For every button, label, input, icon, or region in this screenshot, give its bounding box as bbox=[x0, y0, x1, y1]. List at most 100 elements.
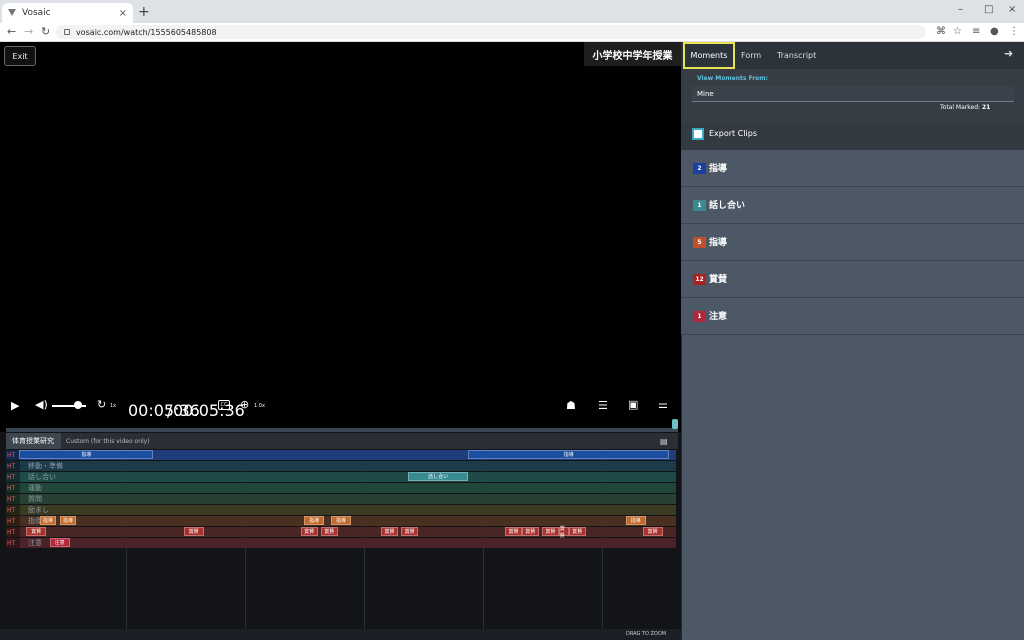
tab-custom[interactable]: Custom (for this video only) bbox=[66, 433, 150, 449]
moment-category[interactable]: 1 話し合い bbox=[681, 187, 1024, 224]
lock-icon bbox=[64, 29, 70, 35]
count-badge: 1 bbox=[693, 311, 706, 322]
tab-form[interactable]: Form bbox=[741, 42, 761, 69]
timeline-row[interactable]: HT 運動 bbox=[6, 483, 676, 493]
star-icon[interactable]: ☆ bbox=[953, 26, 962, 37]
category-label: 指導 bbox=[709, 164, 728, 174]
timeline-row[interactable]: HT 話し合い 話し合い bbox=[6, 472, 676, 482]
timeline-row[interactable]: HT 励まし bbox=[6, 505, 676, 515]
hotkey-badge: HT bbox=[6, 527, 20, 537]
url-text: vosaic.com/watch/1555605485808 bbox=[76, 27, 217, 37]
view-moments-select[interactable]: Mine bbox=[692, 86, 1014, 102]
person-list-icon[interactable]: ☗ bbox=[566, 399, 576, 412]
moment-marker[interactable]: 指導 bbox=[330, 516, 352, 525]
timeline-row[interactable]: HT 注意 注意 bbox=[6, 538, 676, 548]
tab-moments[interactable]: Moments bbox=[683, 42, 735, 69]
moment-marker[interactable]: 賞賛 bbox=[568, 527, 586, 536]
moment-marker[interactable]: 賞賛 bbox=[542, 527, 559, 536]
moment-marker[interactable]: 指導 bbox=[59, 516, 77, 525]
list-icon[interactable]: ☰ bbox=[598, 399, 608, 412]
row-label: 励まし bbox=[28, 506, 49, 514]
new-tab-button[interactable]: + bbox=[138, 4, 150, 20]
tab-transcript[interactable]: Transcript bbox=[777, 42, 816, 69]
moment-marker[interactable]: 指導 bbox=[468, 450, 670, 459]
moment-marker[interactable]: 指導 bbox=[304, 516, 325, 525]
play-icon[interactable]: ▶ bbox=[11, 399, 19, 412]
sliders-icon[interactable]: ⚌ bbox=[658, 398, 668, 411]
drag-to-zoom[interactable]: DRAG TO ZOOM bbox=[626, 631, 666, 637]
moment-marker[interactable]: 注意 bbox=[49, 538, 70, 547]
timeline-footer bbox=[0, 629, 681, 640]
more-icon[interactable]: ⋮ bbox=[1009, 26, 1019, 37]
moment-marker[interactable]: 指導 bbox=[39, 516, 57, 525]
row-label: 注意 bbox=[28, 539, 42, 547]
moment-category[interactable]: 2 指導 bbox=[681, 150, 1024, 187]
address-bar[interactable]: vosaic.com/watch/1555605485808 bbox=[56, 25, 926, 39]
tab-close-icon[interactable]: × bbox=[119, 8, 127, 19]
row-label: 運動 bbox=[28, 484, 42, 492]
moment-category[interactable]: 12 賞賛 bbox=[681, 261, 1024, 298]
window-minimize-button[interactable]: – bbox=[958, 4, 963, 15]
hotkey-badge: HT bbox=[6, 472, 20, 482]
profile-icon[interactable]: ● bbox=[990, 26, 999, 37]
browser-tab[interactable]: Vosaic × bbox=[2, 3, 133, 23]
moment-marker[interactable]: 賞賛 bbox=[183, 527, 204, 536]
row-label: 質問 bbox=[28, 495, 42, 503]
moment-marker[interactable]: 賞賛 bbox=[320, 527, 338, 536]
back-icon[interactable]: ← bbox=[7, 25, 16, 38]
exit-button[interactable]: Exit bbox=[4, 46, 36, 66]
tab-strip bbox=[0, 0, 1024, 23]
video-title: 小学校中学年授業 bbox=[584, 42, 681, 66]
moment-marker[interactable]: 賞賛 bbox=[642, 527, 663, 536]
moment-category[interactable]: 1 注意 bbox=[681, 298, 1024, 335]
timeline-row[interactable]: HT指導指導指導 bbox=[6, 450, 676, 460]
category-label: 指導 bbox=[709, 238, 728, 248]
moment-marker[interactable]: 指導 bbox=[625, 516, 646, 525]
moment-marker[interactable]: 指導 bbox=[19, 450, 154, 459]
moment-marker[interactable]: 賞賛 bbox=[401, 527, 419, 536]
moment-marker[interactable]: 賞賛 bbox=[558, 526, 569, 539]
timeline-row[interactable]: HT 指導 指導 指導 指導 指導 指導 bbox=[6, 516, 676, 526]
moment-marker[interactable]: 賞賛 bbox=[26, 527, 47, 536]
row-label: 移動・準備 bbox=[28, 462, 63, 470]
closed-caption-icon[interactable]: CC bbox=[218, 400, 230, 410]
moment-category[interactable]: 5 指導 bbox=[681, 224, 1024, 261]
tab-template[interactable]: 体育授業研究 bbox=[6, 433, 61, 449]
hotkey-badge: HT bbox=[6, 505, 20, 515]
export-clips-label: Export Clips bbox=[709, 129, 758, 138]
count-badge: 5 bbox=[693, 237, 706, 248]
window-maximize-button[interactable]: □ bbox=[984, 4, 993, 15]
volume-knob[interactable] bbox=[74, 401, 82, 409]
moment-marker[interactable]: 話し合い bbox=[408, 472, 469, 481]
zoom-icon[interactable]: ⊕ bbox=[240, 398, 249, 411]
moment-marker[interactable]: 賞賛 bbox=[300, 527, 318, 536]
time-separator: / bbox=[167, 401, 173, 420]
playlist-icon[interactable]: ≡ bbox=[972, 26, 980, 37]
total-marked: Total Marked: 21 bbox=[940, 104, 991, 111]
category-label: 賞賛 bbox=[709, 275, 728, 285]
hotkey-badge: HT bbox=[6, 538, 20, 548]
vosaic-favicon-icon bbox=[8, 9, 16, 17]
count-badge: 2 bbox=[693, 163, 706, 174]
playhead-handle[interactable] bbox=[672, 419, 678, 429]
moment-marker[interactable]: 賞賛 bbox=[505, 527, 522, 536]
row-label: 話し合い bbox=[28, 473, 56, 481]
timeline-row[interactable]: HT賞賛賞賛賞賛賞賛賞賛賞賛賞賛賞賛賞賛賞賛賞賛賞賛賞賛 bbox=[6, 526, 676, 539]
timeline-row[interactable]: HT 質問 bbox=[6, 494, 676, 504]
hotkey-badge: HT bbox=[6, 516, 20, 526]
moment-marker[interactable]: 賞賛 bbox=[521, 527, 539, 536]
export-clips-checkbox[interactable] bbox=[692, 128, 704, 140]
timeline-row[interactable]: HT 移動・準備 bbox=[6, 461, 676, 471]
video-player[interactable] bbox=[0, 42, 681, 430]
forward-icon[interactable]: → bbox=[24, 25, 33, 38]
translate-icon[interactable]: ⌘ bbox=[936, 26, 946, 37]
exit-arrow-icon[interactable]: ➜ bbox=[1004, 47, 1013, 60]
window-close-button[interactable]: × bbox=[1008, 4, 1016, 15]
layers-icon[interactable]: ▤ bbox=[660, 437, 668, 446]
replay-icon[interactable]: ↻ bbox=[97, 398, 106, 411]
reload-icon[interactable]: ↻ bbox=[41, 25, 50, 38]
moment-marker[interactable]: 賞賛 bbox=[381, 527, 398, 536]
add-comment-icon[interactable]: ▣ bbox=[628, 398, 638, 411]
volume-icon[interactable]: ◀) bbox=[35, 398, 48, 411]
replay-speed: 1x bbox=[110, 403, 117, 409]
